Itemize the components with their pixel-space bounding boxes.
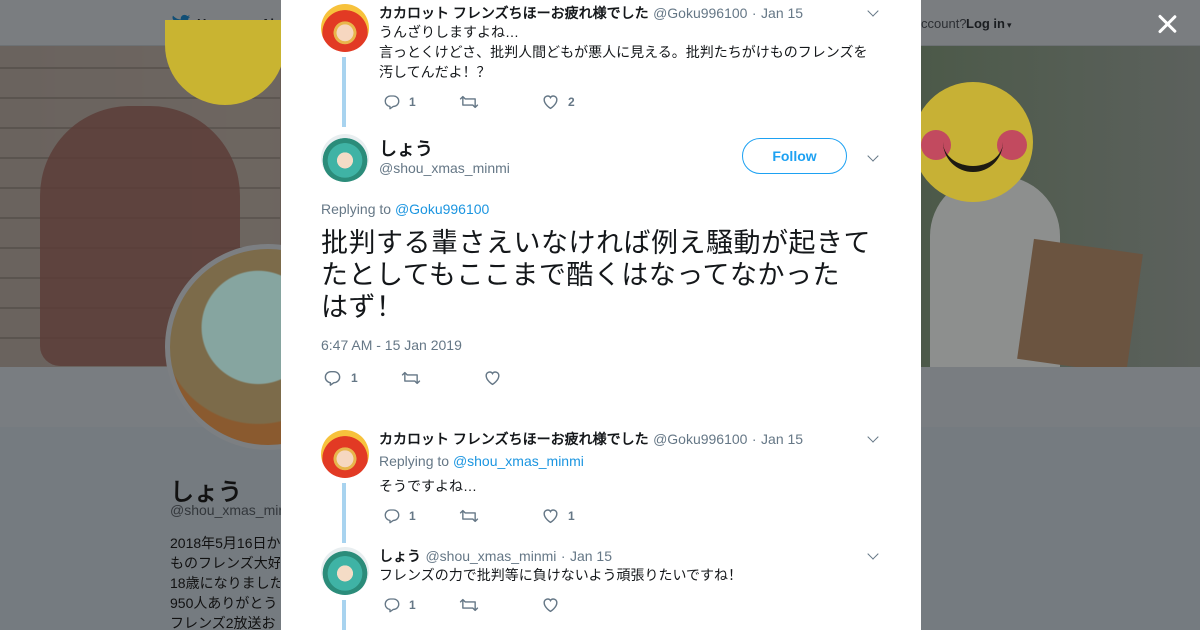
replying-to-link[interactable]: @shou_xmas_minmi xyxy=(453,453,584,469)
chevron-down-icon[interactable] xyxy=(868,154,878,164)
heart-icon[interactable] xyxy=(541,595,560,615)
bio-line: ものフレンズ大好 xyxy=(170,555,280,571)
heart-icon[interactable] xyxy=(541,92,560,112)
tweet-text-line: フレンズの力で批判等に負けないよう頑張りたいですね！ xyxy=(379,567,743,583)
main-tweet-text: 批判する輩さえいなければ例え騒動が起きて たとしてもここまで酷くはなってなかった… xyxy=(321,227,881,323)
tweet-modal: カカロット フレンズちほーお疲れ様でした @Goku996100 · Jan 1… xyxy=(281,0,921,630)
replying-to-link[interactable]: @Goku996100 xyxy=(395,201,489,217)
like-count: 2 xyxy=(568,95,575,109)
main-tweet-author-name[interactable]: しょう xyxy=(379,135,433,161)
tweet-actions: 1 xyxy=(379,595,599,615)
tweet-author-handle[interactable]: @Goku996100 xyxy=(653,431,747,447)
heart-icon[interactable] xyxy=(483,368,502,388)
separator-dot: · xyxy=(560,548,566,564)
tweet-author-name[interactable]: しょう xyxy=(379,548,421,564)
tweet-author-handle[interactable]: @Goku996100 xyxy=(653,5,747,21)
tweet-actions: 1 1 xyxy=(379,506,599,526)
nav-account-prompt: ccount? xyxy=(921,16,967,31)
reply-count: 1 xyxy=(409,509,416,523)
heart-icon[interactable] xyxy=(541,506,560,526)
retweet-icon[interactable] xyxy=(459,92,479,112)
main-tweet-text-line: はず！ xyxy=(321,292,404,322)
tweet-author-name[interactable]: カカロット フレンズちほーお疲れ様でした xyxy=(379,5,649,21)
reply-count: 1 xyxy=(409,95,416,109)
tweet-date[interactable]: Jan 15 xyxy=(570,548,612,564)
follow-button[interactable]: Follow xyxy=(742,138,847,174)
bio-line: 950人ありがとう xyxy=(170,595,278,611)
thread-line xyxy=(342,600,346,630)
reply-icon[interactable] xyxy=(383,595,401,615)
separator-dot: · xyxy=(751,431,757,447)
replying-to: Replying to @Goku996100 xyxy=(321,201,489,217)
bio-line: 18歳になりました xyxy=(170,575,280,591)
tweet-date[interactable]: Jan 15 xyxy=(761,5,803,21)
avatar[interactable] xyxy=(321,547,369,595)
bio-line: フレンズ2放送お xyxy=(170,615,276,630)
tweet-actions: 1 2 xyxy=(379,92,599,112)
nav-login-link[interactable]: Log in ▾ xyxy=(966,16,1012,31)
tweet-text-line: そうですよね… xyxy=(379,478,477,494)
reply-count: 1 xyxy=(351,371,358,385)
profile-bio: 2018年5月16日か ものフレンズ大好 18歳になりました 950人ありがとう… xyxy=(170,533,280,630)
chevron-down-icon[interactable] xyxy=(868,552,878,562)
main-tweet-author-handle[interactable]: @shou_xmas_minmi xyxy=(379,160,510,176)
reply-icon[interactable] xyxy=(383,506,401,526)
smiley-face-sticker xyxy=(913,82,1033,202)
tweet-text-line: 言っとくけどさ、批判人間どもが悪人に見える。批判たちがけものフレンズを xyxy=(379,44,868,60)
main-tweet-actions: 1 xyxy=(321,368,541,388)
tweet-text-line: 汚してんだよ！？ xyxy=(379,64,491,80)
tweet-date[interactable]: Jan 15 xyxy=(761,431,803,447)
retweet-icon[interactable] xyxy=(459,506,479,526)
tweet-text: うんざりしますよね… 言っとくけどさ、批判人間どもが悪人に見える。批判たちがけも… xyxy=(379,22,879,82)
replying-label: Replying to xyxy=(379,453,450,469)
tweet-timestamp[interactable]: 6:47 AM - 15 Jan 2019 xyxy=(321,337,462,353)
chevron-down-icon[interactable] xyxy=(868,435,878,445)
reply-icon[interactable] xyxy=(323,368,342,388)
tweet-header: カカロット フレンズちほーお疲れ様でした @Goku996100 · Jan 1… xyxy=(379,3,803,23)
login-label: Log in xyxy=(966,16,1005,31)
separator-dot: · xyxy=(751,5,757,21)
tweet-header: カカロット フレンズちほーお疲れ様でした @Goku996100 · Jan 1… xyxy=(379,429,803,449)
chevron-down-icon[interactable] xyxy=(868,9,878,19)
main-tweet-text-line: 批判する輩さえいなければ例え騒動が起きて xyxy=(321,228,871,258)
close-icon[interactable] xyxy=(1155,12,1179,36)
like-count: 1 xyxy=(568,509,575,523)
smiley-mouth xyxy=(943,142,1003,172)
reply-icon[interactable] xyxy=(383,92,401,112)
reply-count: 1 xyxy=(409,598,416,612)
tweet-text: そうですよね… xyxy=(379,476,879,496)
avatar[interactable] xyxy=(321,430,369,478)
tweet-text: フレンズの力で批判等に負けないよう頑張りたいですね！ xyxy=(379,565,879,585)
thread-line xyxy=(342,57,346,127)
tweet-author-name[interactable]: カカロット フレンズちほーお疲れ様でした xyxy=(379,431,649,447)
thread-line xyxy=(342,483,346,543)
tweet-header: しょう @shou_xmas_minmi · Jan 15 xyxy=(379,546,612,566)
tweet-author-handle[interactable]: @shou_xmas_minmi xyxy=(425,548,556,564)
main-tweet-text-line: たとしてもここまで酷くはなってなかった xyxy=(321,260,840,290)
bio-line: 2018年5月16日か xyxy=(170,535,280,551)
tweet-text-line: うんざりしますよね… xyxy=(379,24,519,40)
caret-down-icon: ▾ xyxy=(1007,20,1012,30)
replying-label: Replying to xyxy=(321,201,392,217)
replying-to: Replying to @shou_xmas_minmi xyxy=(379,453,584,469)
avatar[interactable] xyxy=(321,4,369,52)
retweet-icon[interactable] xyxy=(459,595,479,615)
retweet-icon[interactable] xyxy=(401,368,421,388)
avatar[interactable] xyxy=(321,134,369,182)
banner-bag xyxy=(1017,238,1143,367)
